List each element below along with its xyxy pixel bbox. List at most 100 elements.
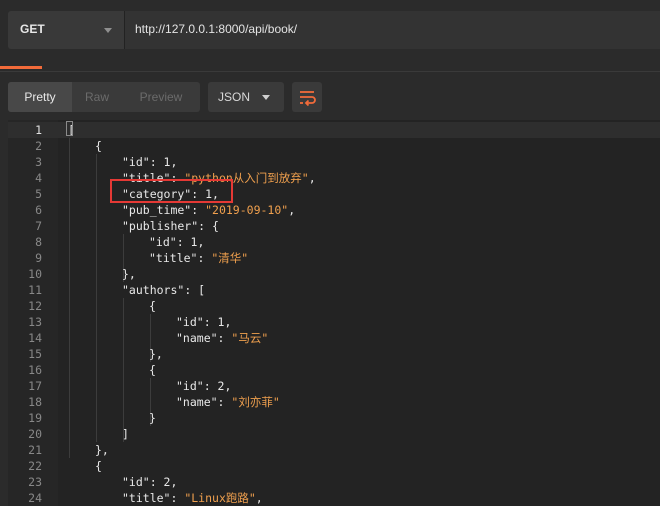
json-key: "name" [176, 331, 218, 345]
line-code: "id": 2, [122, 474, 177, 490]
line-number: 15 [28, 347, 42, 361]
json-key: "id" [176, 379, 204, 393]
json-key: "title" [122, 491, 171, 505]
method-label: GET [20, 22, 45, 36]
json-string: "清华" [211, 251, 249, 265]
line-code: { [149, 298, 156, 314]
code-line: 1[ [8, 122, 660, 138]
line-number: 14 [28, 331, 42, 345]
line-code: "id": 1, [122, 154, 177, 170]
chevron-down-icon [262, 95, 270, 100]
json-punctuation: : [170, 491, 185, 505]
json-punctuation: }, [122, 267, 136, 281]
json-key: "pub_time" [122, 203, 192, 217]
json-key: "id" [122, 475, 150, 489]
view-mode-group: Pretty Raw Preview [8, 82, 200, 112]
json-punctuation: : 1, [149, 155, 178, 169]
json-punctuation: : { [198, 219, 219, 233]
code-line: 9 "title": "清华" [8, 250, 660, 266]
code-line: 8 "id": 1, [8, 234, 660, 250]
response-tab-strip [0, 60, 660, 72]
json-string: "Linux跑路" [184, 491, 256, 505]
line-code: { [149, 362, 156, 378]
json-punctuation: { [149, 363, 156, 377]
code-line: 3 "id": 1, [8, 154, 660, 170]
json-punctuation: , [255, 491, 263, 505]
code-line: 13 "id": 1, [8, 314, 660, 330]
code-line: 6 "pub_time": "2019-09-10", [8, 202, 660, 218]
line-number: 2 [35, 139, 42, 153]
pretty-button[interactable]: Pretty [8, 82, 72, 112]
preview-button[interactable]: Preview [122, 82, 200, 112]
code-line: 16 { [8, 362, 660, 378]
json-punctuation: : [191, 203, 206, 217]
response-toolbar: Pretty Raw Preview JSON [0, 76, 660, 118]
json-punctuation: : [197, 251, 212, 265]
line-code: "id": 1, [149, 234, 204, 250]
line-number: 8 [35, 235, 42, 249]
code-line: 23 "id": 2, [8, 474, 660, 490]
code-line: 18 "name": "刘亦菲" [8, 394, 660, 410]
code-line: 5 "category": 1, [8, 186, 660, 202]
line-number: 18 [28, 395, 42, 409]
url-input[interactable]: http://127.0.0.1:8000/api/book/ [124, 11, 660, 49]
line-number: 11 [28, 283, 42, 297]
code-line: 15}, [8, 346, 660, 362]
json-punctuation: : 1, [203, 315, 232, 329]
raw-button[interactable]: Raw [72, 82, 122, 112]
line-number: 20 [28, 427, 42, 441]
line-number: 3 [35, 155, 42, 169]
wrap-lines-icon [300, 91, 316, 107]
json-punctuation: : 2, [149, 475, 178, 489]
json-key: "id" [122, 155, 150, 169]
json-punctuation: , [288, 203, 296, 217]
code-line: 22 { [8, 458, 660, 474]
line-number: 21 [28, 443, 42, 457]
line-code: "title": "Linux跑路", [122, 490, 263, 506]
method-select[interactable]: GET [8, 11, 124, 49]
line-number: 19 [28, 411, 42, 425]
json-punctuation: ] [122, 427, 129, 441]
json-key: "authors" [122, 283, 185, 297]
code-line: 24 "title": "Linux跑路", [8, 490, 660, 506]
line-number: 13 [28, 315, 42, 329]
json-key: "id" [176, 315, 204, 329]
wrap-lines-button[interactable] [292, 82, 322, 112]
line-number: 5 [35, 187, 42, 201]
line-number: 16 [28, 363, 42, 377]
line-number: 17 [28, 379, 42, 393]
json-punctuation: : [ [184, 283, 206, 297]
line-code: "authors": [ [122, 282, 205, 298]
code-line: 21}, [8, 442, 660, 458]
chevron-down-icon [104, 28, 112, 33]
highlight-annotation-box [110, 179, 233, 203]
active-tab-indicator [0, 66, 42, 69]
json-punctuation: : [217, 331, 232, 345]
line-code: { [95, 458, 102, 474]
line-number: 23 [28, 475, 42, 489]
code-line: 17 "id": 2, [8, 378, 660, 394]
json-punctuation: { [95, 139, 102, 153]
line-code: }, [122, 266, 136, 282]
json-punctuation: : 2, [203, 379, 232, 393]
code-line: 7 "publisher": { [8, 218, 660, 234]
url-text: http://127.0.0.1:8000/api/book/ [135, 22, 298, 36]
line-code: "name": "马云" [176, 330, 268, 346]
line-number: 6 [35, 203, 42, 217]
format-select[interactable]: JSON [208, 82, 284, 112]
json-punctuation: { [95, 459, 102, 473]
line-code: "id": 2, [176, 378, 231, 394]
code-line: 14 "name": "马云" [8, 330, 660, 346]
response-body-editor[interactable]: 1[2{3 "id": 1, 4 "title": "python从入门到放弃", 5 "… [8, 120, 660, 506]
code-line: 19} [8, 410, 660, 426]
bracket-match-marker [66, 121, 73, 136]
line-number: 4 [35, 171, 42, 185]
line-number: 22 [28, 459, 42, 473]
line-code: ] [122, 426, 129, 442]
json-punctuation: , [308, 171, 316, 185]
json-key: "name" [176, 395, 218, 409]
line-code: "pub_time": "2019-09-10", [122, 202, 295, 218]
code-line: 4 "title": "python从入门到放弃", [8, 170, 660, 186]
code-line: 12 { [8, 298, 660, 314]
format-label: JSON [218, 90, 251, 104]
